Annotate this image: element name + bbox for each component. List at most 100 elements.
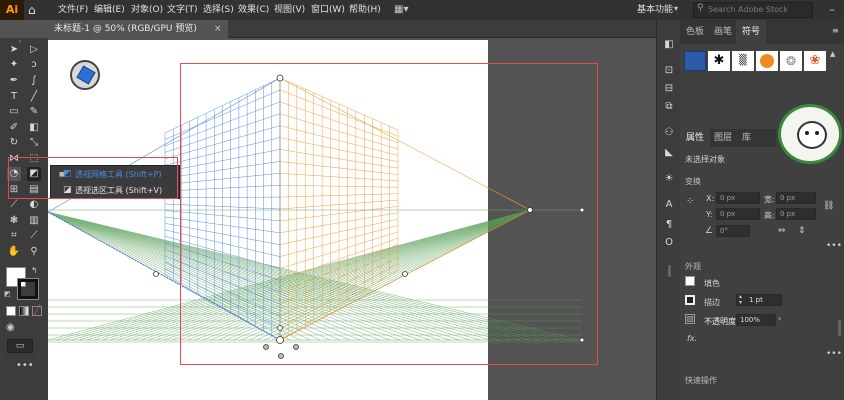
lasso-tool-icon[interactable]: ↄ bbox=[27, 58, 41, 72]
magic-wand-tool-icon[interactable]: ✦ bbox=[7, 58, 21, 72]
rotate-tool-icon[interactable]: ↻ bbox=[7, 136, 21, 150]
artboard-tool-icon[interactable]: ⌗ bbox=[7, 229, 21, 243]
menu-object[interactable]: 对象(O) bbox=[131, 0, 163, 20]
workspace-switcher[interactable]: 基本功能 bbox=[637, 0, 673, 20]
character-panel-icon[interactable]: A bbox=[662, 198, 676, 212]
tab-layers[interactable]: 图层 bbox=[708, 129, 738, 147]
align-panel-icon[interactable]: ⊟ bbox=[662, 82, 676, 96]
selection-tool-icon[interactable]: ➤ bbox=[7, 43, 21, 57]
eraser-tool-icon[interactable]: ◧ bbox=[27, 121, 41, 135]
stepper-icon[interactable]: ▴ ▾ bbox=[739, 294, 742, 306]
right-panel: 色板 画笔 符号 ≡ ✱ ▒ ❂ ❀ ▲ 属性 图层 库 未选择对象 变换 ⁘ … bbox=[680, 20, 844, 400]
panel-strip-scrollbar[interactable] bbox=[668, 265, 671, 277]
opacity-field[interactable]: 100% bbox=[736, 314, 776, 326]
tab-brushes[interactable]: 画笔 bbox=[708, 20, 738, 44]
close-icon[interactable]: × bbox=[214, 20, 222, 38]
pen-tool-icon[interactable]: ✒ bbox=[7, 74, 21, 88]
fill-color-swatch[interactable] bbox=[685, 276, 695, 286]
line-tool-icon[interactable]: ╱ bbox=[27, 90, 41, 104]
stock-search-input[interactable]: Search Adobe Stock bbox=[693, 2, 813, 18]
column-graph-tool-icon[interactable]: ▥ bbox=[27, 214, 41, 228]
graphic-styles-panel-icon[interactable]: ◣ bbox=[662, 146, 676, 160]
scale-tool-icon[interactable]: ⤡ bbox=[27, 136, 41, 150]
chevron-down-icon[interactable]: ▾ bbox=[674, 4, 678, 13]
opacity-icon: ▧ bbox=[685, 314, 695, 324]
paintbrush-tool-icon[interactable]: ✎ bbox=[27, 105, 41, 119]
blend-tool-icon[interactable]: ◐ bbox=[27, 198, 41, 212]
color-panel-icon[interactable]: ◧ bbox=[662, 38, 676, 52]
symbol-orange-button[interactable] bbox=[756, 51, 778, 71]
link-icon[interactable]: ⛓ bbox=[823, 201, 834, 211]
toolbox: » ➤ ▷ ✦ ↄ ✒ ∫ T ╱ ▭ ✎ ✐ ◧ ↻ ⤡ ⋈ ⬚ ◔ ◩ ⊞ … bbox=[0, 38, 48, 400]
menu-help[interactable]: 帮助(H) bbox=[349, 0, 381, 20]
menu-select[interactable]: 选择(S) bbox=[203, 0, 234, 20]
gradient-mode-icon[interactable] bbox=[19, 306, 29, 316]
menu-file[interactable]: 文件(F) bbox=[58, 0, 88, 20]
menu-window[interactable]: 窗口(W) bbox=[311, 0, 345, 20]
rectangle-tool-icon[interactable]: ▭ bbox=[7, 105, 21, 119]
plane-switching-widget[interactable] bbox=[70, 60, 100, 90]
screen-mode-icon[interactable]: ▭ bbox=[7, 339, 33, 353]
arrange-documents-icon[interactable]: ▦▾ bbox=[394, 4, 416, 16]
symbol-blue-banner[interactable] bbox=[684, 51, 706, 71]
direct-selection-tool-icon[interactable]: ▷ bbox=[27, 43, 41, 57]
color-mode-icon[interactable] bbox=[6, 306, 16, 316]
curvature-tool-icon[interactable]: ∫ bbox=[27, 74, 41, 88]
reference-point-icon[interactable]: ⁘ bbox=[686, 196, 694, 207]
shaper-tool-icon[interactable]: ✐ bbox=[7, 121, 21, 135]
flip-horizontal-icon[interactable]: ⇔ bbox=[778, 226, 786, 236]
stroke-color-swatch[interactable] bbox=[685, 295, 695, 305]
symbol-pattern-icon[interactable]: ▒ bbox=[732, 51, 754, 71]
document-tab-bar: 未标题-1 @ 50% (RGB/GPU 预览) × bbox=[48, 20, 680, 38]
tab-properties[interactable]: 属性 bbox=[680, 129, 711, 147]
menu-view[interactable]: 视图(V) bbox=[274, 0, 305, 20]
y-field[interactable]: 0 px bbox=[716, 208, 760, 220]
opacity-label[interactable]: 不透明度 bbox=[704, 316, 736, 327]
type-tool-icon[interactable]: T bbox=[7, 90, 21, 104]
stroke-swatch[interactable] bbox=[17, 278, 39, 300]
y-label: Y: bbox=[706, 210, 713, 219]
opentype-panel-icon[interactable]: O bbox=[662, 236, 676, 250]
tab-symbols[interactable]: 符号 bbox=[736, 20, 767, 44]
draw-mode-icon[interactable]: ◉ bbox=[6, 322, 15, 333]
tab-libraries[interactable]: 库 bbox=[736, 129, 757, 147]
stroke-panel-icon[interactable]: ☀ bbox=[662, 172, 676, 186]
eyedropper-tool-icon[interactable]: ⟋ bbox=[7, 198, 21, 212]
symbol-frame-icon[interactable]: ❂ bbox=[780, 51, 802, 71]
panel-menu-icon[interactable]: ≡ bbox=[832, 26, 839, 35]
none-mode-icon[interactable]: ╱ bbox=[32, 306, 42, 316]
more-options-icon[interactable]: ••• bbox=[826, 241, 842, 251]
x-label: X: bbox=[706, 194, 715, 203]
appearance-panel-icon[interactable]: ⚇ bbox=[662, 126, 676, 140]
opacity-dropdown-icon[interactable]: › bbox=[778, 314, 781, 323]
fx-button[interactable]: fx. bbox=[687, 334, 697, 343]
home-icon[interactable]: ⌂ bbox=[28, 3, 42, 17]
menu-type[interactable]: 文字(T) bbox=[167, 0, 198, 20]
flip-vertical-icon[interactable]: ⇕ bbox=[798, 226, 806, 236]
pathfinder-panel-icon[interactable]: ⧉ bbox=[662, 100, 676, 114]
tab-swatches[interactable]: 色板 bbox=[680, 20, 710, 44]
minimize-icon[interactable]: – bbox=[820, 0, 844, 20]
height-field[interactable]: 0 px bbox=[776, 208, 816, 220]
menu-edit[interactable]: 编辑(E) bbox=[94, 0, 125, 20]
rotate-field[interactable]: 0° bbox=[716, 225, 750, 237]
width-field[interactable]: 0 px bbox=[776, 192, 816, 204]
zoom-tool-icon[interactable]: ⚲ bbox=[27, 245, 41, 259]
properties-scrollbar[interactable] bbox=[838, 320, 841, 336]
symbol-sprayer-tool-icon[interactable]: ❃ bbox=[7, 214, 21, 228]
transform-panel-icon[interactable]: ⊡ bbox=[662, 64, 676, 78]
default-colors-icon[interactable]: ◩ bbox=[4, 290, 11, 298]
slice-tool-icon[interactable]: ⟋ bbox=[27, 229, 41, 243]
menu-effect[interactable]: 效果(C) bbox=[238, 0, 269, 20]
hand-tool-icon[interactable]: ✋ bbox=[7, 245, 21, 259]
document-tab[interactable]: 未标题-1 @ 50% (RGB/GPU 预览) × bbox=[48, 20, 228, 38]
appearance-more-icon[interactable]: ••• bbox=[826, 349, 842, 359]
paragraph-panel-icon[interactable]: ¶ bbox=[662, 218, 676, 232]
swap-fill-stroke-icon[interactable]: ↰ bbox=[31, 266, 38, 275]
symbol-flower-icon[interactable]: ❀ bbox=[804, 51, 826, 71]
symbols-scroll-up-icon[interactable]: ▲ bbox=[830, 50, 835, 58]
more-tools-icon[interactable]: ••• bbox=[16, 360, 34, 371]
symbol-splat-icon[interactable]: ✱ bbox=[708, 51, 730, 71]
x-field[interactable]: 0 px bbox=[716, 192, 760, 204]
stroke-weight-field[interactable]: 1 pt bbox=[736, 294, 782, 306]
